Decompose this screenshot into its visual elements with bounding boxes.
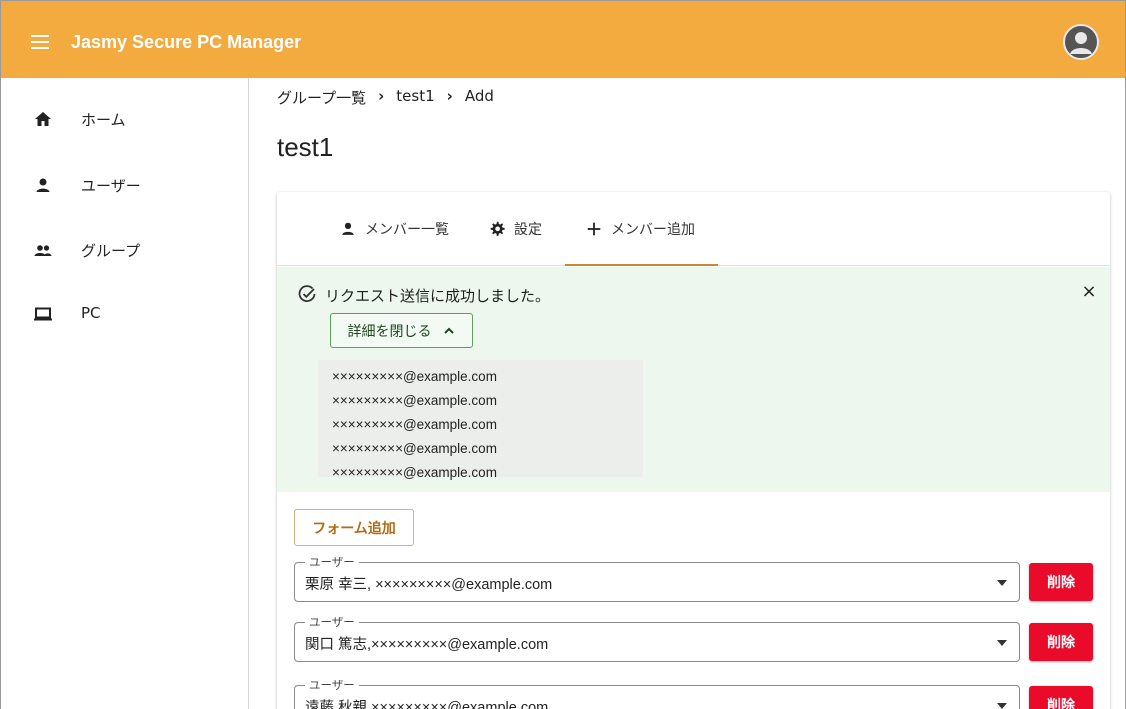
delete-button[interactable]: 削除 [1029,623,1093,661]
user-select[interactable]: ユーザー 栗原 幸三, ×××××××××@example.com [294,554,1020,602]
user-select-value: 栗原 幸三, ×××××××××@example.com [305,577,553,593]
tab-bar: メンバー一覧 設定 メンバー追加 [277,192,1110,266]
plus-icon [587,222,601,236]
laptop-icon [34,307,52,321]
add-form-button[interactable]: フォーム追加 [294,509,414,546]
breadcrumb-item-groups[interactable]: グループ一覧 [277,87,366,108]
user-select[interactable]: ユーザー 遠藤 秋親,×××××××××@example.com [294,677,1020,709]
group-icon [34,245,52,256]
sidebar-item-label: グループ [81,242,141,260]
tab-settings[interactable]: 設定 [488,192,542,266]
user-field-label: ユーザー [305,614,359,630]
user-select-value: 遠藤 秋親,×××××××××@example.com [305,700,549,709]
email-item: ×××××××××@example.com [332,417,497,432]
delete-button[interactable]: 削除 [1029,686,1093,709]
person-icon [342,222,354,235]
check-circle-icon [298,285,316,302]
sidebar-item-pc[interactable]: PC [1,292,248,336]
tab-add-member[interactable]: メンバー追加 [585,192,695,266]
sidebar-item-groups[interactable]: グループ [1,228,248,272]
tab-member-list[interactable]: メンバー一覧 [339,192,449,266]
app-bar: Jasmy Secure PC Manager [1,1,1125,78]
user-field-label: ユーザー [305,554,359,570]
active-tab-indicator [565,264,718,266]
tab-label: メンバー一覧 [365,222,449,238]
email-item: ×××××××××@example.com [332,441,497,456]
delete-button[interactable]: 削除 [1029,563,1093,601]
sidebar-item-label: ホーム [81,111,126,129]
toggle-details-button[interactable]: 詳細を閉じる [330,313,473,348]
menu-icon[interactable] [31,35,49,49]
breadcrumb-item-group[interactable]: test1 [396,87,434,108]
email-item: ×××××××××@example.com [332,465,497,480]
chevron-up-icon [443,327,454,334]
email-list: ×××××××××@example.com ×××××××××@example.… [318,360,643,480]
email-item: ×××××××××@example.com [332,369,497,384]
app-title: Jasmy Secure PC Manager [71,32,302,52]
tab-label: 設定 [514,222,542,238]
person-icon [36,178,50,192]
breadcrumb-separator: › [446,87,453,105]
app-frame: Jasmy Secure PC Manager ホーム ユーザー グループ PC… [0,0,1126,709]
breadcrumb-item-current: Add [464,87,494,105]
page-title: test1 [277,132,334,162]
breadcrumb-separator: › [378,87,385,105]
user-field-label: ユーザー [305,677,359,693]
sidebar-item-label: ユーザー [81,177,141,195]
user-select[interactable]: ユーザー 関口 篤志,×××××××××@example.com [294,614,1020,662]
success-alert: リクエスト送信に成功しました。 × 詳細を閉じる ×××××××××@examp… [277,267,1110,492]
breadcrumb: グループ一覧 › test1 › Add [277,87,494,108]
toggle-details-label: 詳細を閉じる [347,323,432,340]
tab-label: メンバー追加 [611,222,695,238]
sidebar-item-label: PC [81,304,101,322]
sidebar-item-users[interactable]: ユーザー [1,163,248,207]
sidebar: ホーム ユーザー グループ PC [1,78,249,709]
dropdown-arrow-icon[interactable] [997,640,1007,646]
dropdown-arrow-icon[interactable] [997,580,1007,586]
gear-icon [490,221,505,236]
email-item: ×××××××××@example.com [332,393,497,408]
user-select-value: 関口 篤志,×××××××××@example.com [305,637,549,653]
alert-message: リクエスト送信に成功しました。 [325,287,551,305]
close-icon[interactable]: × [1078,281,1100,303]
dropdown-arrow-icon[interactable] [997,703,1007,709]
account-avatar-icon[interactable] [1063,24,1099,60]
sidebar-item-home[interactable]: ホーム [1,97,248,141]
home-icon [35,112,51,126]
group-card: メンバー一覧 設定 メンバー追加 リクエスト送信に成功しました。 × 詳細を閉じ… [277,192,1110,709]
